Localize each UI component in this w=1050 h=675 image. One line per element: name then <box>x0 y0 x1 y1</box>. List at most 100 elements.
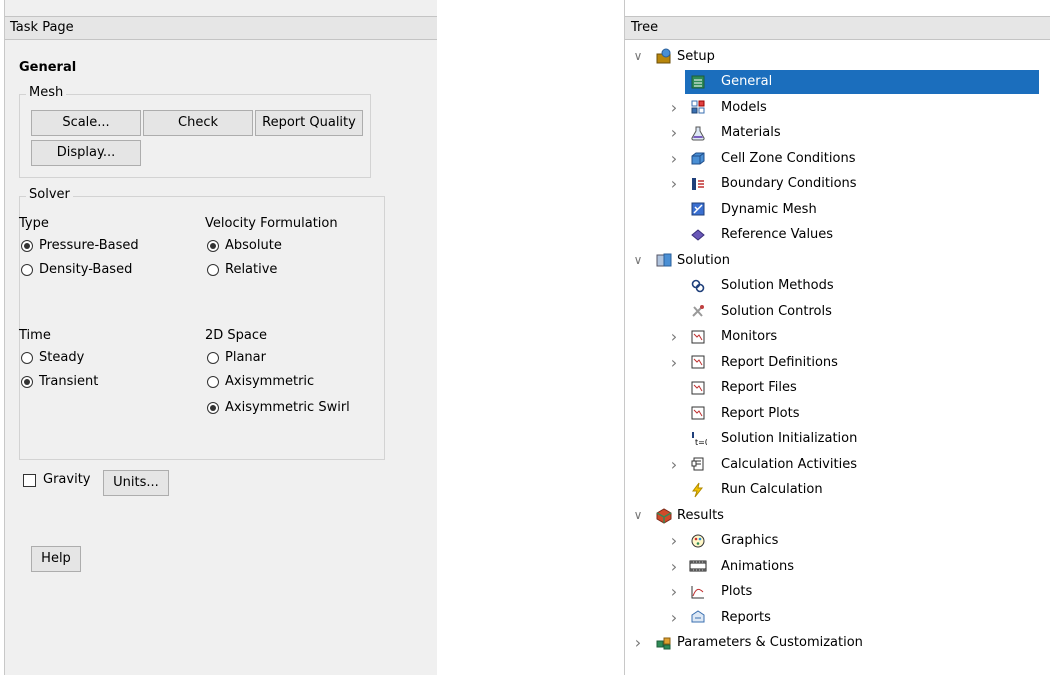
chevron-right-icon[interactable]: › <box>667 98 681 117</box>
boundary-icon <box>689 175 707 193</box>
tree-item-setup[interactable]: ∨ Setup <box>625 44 1045 68</box>
radio-label: Axisymmetric <box>225 374 315 389</box>
radio-planar[interactable]: Planar <box>207 350 266 365</box>
radio-label: Pressure-Based <box>39 238 139 253</box>
solution-methods-icon <box>689 277 707 295</box>
check-button[interactable]: Check <box>143 110 253 136</box>
tree-item-label: Run Calculation <box>721 482 823 497</box>
general-icon <box>689 73 707 91</box>
tree-item-label: Reports <box>721 609 771 625</box>
display-button[interactable]: Display... <box>31 140 141 166</box>
page-title: General <box>19 60 77 75</box>
2d-space-label: 2D Space <box>205 328 268 343</box>
time-label: Time <box>19 328 51 343</box>
tree-item-graphics[interactable]: › Graphics <box>625 529 1045 553</box>
tree-item-reports[interactable]: › Reports <box>625 605 1045 629</box>
report-plots-icon <box>689 404 707 422</box>
radio-label: Planar <box>225 350 266 365</box>
calculation-activities-icon <box>689 455 707 473</box>
velocity-formulation-label: Velocity Formulation <box>205 216 338 231</box>
reference-values-icon <box>689 226 707 244</box>
solver-group: Solver <box>19 187 385 460</box>
tree-item-plots[interactable]: › Plots <box>625 580 1045 604</box>
tree-item-report-definitions[interactable]: › Report Definitions <box>625 350 1045 374</box>
gravity-label: Gravity <box>43 472 91 487</box>
chevron-right-icon[interactable]: › <box>667 174 681 193</box>
tree-item-reference-values[interactable]: Reference Values <box>625 223 1045 247</box>
tree-panel: Tree ∨ Setup General › Models › Materials › Cell… <box>624 0 1050 675</box>
tree-item-run-calculation[interactable]: Run Calculation <box>625 478 1045 502</box>
tree-item-animations[interactable]: › Animations <box>625 554 1045 578</box>
run-calculation-icon <box>689 481 707 499</box>
type-label: Type <box>19 216 49 231</box>
tree-item-results[interactable]: ∨ Results <box>625 503 1045 527</box>
tree-item-label: Animations <box>721 558 795 574</box>
tree-item-solution[interactable]: ∨ Solution <box>625 248 1045 272</box>
tree-item-monitors[interactable]: › Monitors <box>625 325 1045 349</box>
tree-item-label: Models <box>721 99 767 115</box>
tree-item-report-plots[interactable]: Report Plots <box>625 401 1045 425</box>
chevron-right-icon[interactable]: › <box>667 455 681 474</box>
solution-controls-icon <box>689 302 707 320</box>
chevron-right-icon[interactable]: › <box>667 327 681 346</box>
chevron-right-icon[interactable]: › <box>667 557 681 576</box>
tree-item-solution-methods[interactable]: Solution Methods <box>625 274 1045 298</box>
radio-steady[interactable]: Steady <box>21 350 84 365</box>
cell-zone-icon <box>689 149 707 167</box>
radio-relative[interactable]: Relative <box>207 262 277 277</box>
radio-dot-selected <box>21 375 33 388</box>
materials-icon <box>689 124 707 142</box>
tree-item-parameters-customization[interactable]: › Parameters & Customization <box>625 631 1045 655</box>
gravity-checkbox[interactable] <box>23 474 36 487</box>
tree-item-solution-controls[interactable]: Solution Controls <box>625 299 1045 323</box>
reports-icon <box>689 608 707 626</box>
radio-pressure-based[interactable]: Pressure-Based <box>21 238 139 253</box>
chevron-right-icon[interactable]: › <box>667 149 681 168</box>
tree-item-label: Setup <box>677 48 715 64</box>
plots-icon <box>689 583 707 601</box>
tree-item-label: Graphics <box>721 533 779 548</box>
tree-item-calculation-activities[interactable]: › Calculation Activities <box>625 452 1045 476</box>
radio-axisymmetric-swirl[interactable]: Axisymmetric Swirl <box>207 400 350 415</box>
chevron-right-icon[interactable]: › <box>667 353 681 372</box>
tree-item-label: Results <box>677 507 724 523</box>
radio-absolute[interactable]: Absolute <box>207 238 282 253</box>
solution-icon <box>655 251 673 269</box>
radio-label: Axisymmetric Swirl <box>225 400 350 415</box>
chevron-down-icon[interactable]: ∨ <box>631 508 645 522</box>
scale-button[interactable]: Scale... <box>31 110 141 136</box>
tree-header: Tree <box>625 16 1050 40</box>
tree-item-general[interactable]: General <box>685 69 1039 94</box>
chevron-right-icon[interactable]: › <box>631 633 645 652</box>
tree-item-models[interactable]: › Models <box>625 95 1045 119</box>
tree-item-solution-initialization[interactable]: t=0 Solution Initialization <box>625 427 1045 451</box>
mesh-legend: Mesh <box>26 85 67 100</box>
setup-icon <box>655 47 673 65</box>
units-button[interactable]: Units... <box>103 470 169 496</box>
radio-label: Density-Based <box>39 262 133 277</box>
chevron-right-icon[interactable]: › <box>667 582 681 601</box>
tree-item-dynamic-mesh[interactable]: Dynamic Mesh <box>625 197 1045 221</box>
chevron-right-icon[interactable]: › <box>667 608 681 627</box>
help-button[interactable]: Help <box>31 546 81 572</box>
chevron-down-icon[interactable]: ∨ <box>631 253 645 267</box>
tree-item-label: Cell Zone Conditions <box>721 150 856 166</box>
tree-item-report-files[interactable]: Report Files <box>625 376 1045 400</box>
radio-axisymmetric[interactable]: Axisymmetric <box>207 374 314 389</box>
chevron-right-icon[interactable]: › <box>667 123 681 142</box>
tree-item-materials[interactable]: › Materials <box>625 121 1045 145</box>
radio-dot-selected <box>207 239 219 252</box>
chevron-down-icon[interactable]: ∨ <box>631 49 645 63</box>
radio-transient[interactable]: Transient <box>21 374 98 389</box>
chevron-right-icon[interactable]: › <box>667 531 681 550</box>
tree-item-boundary-conditions[interactable]: › Boundary Conditions <box>625 172 1045 196</box>
radio-dot <box>21 351 33 364</box>
tree-item-label: Report Files <box>721 380 797 395</box>
tree-item-cell-zone-conditions[interactable]: › Cell Zone Conditions <box>625 146 1045 170</box>
radio-density-based[interactable]: Density-Based <box>21 262 132 277</box>
tree-item-label: Solution <box>677 252 730 268</box>
tree-item-label: Plots <box>721 584 753 599</box>
report-quality-button[interactable]: Report Quality <box>255 110 363 136</box>
radio-dot-selected <box>207 401 219 414</box>
tree-item-label: Calculation Activities <box>721 456 857 472</box>
